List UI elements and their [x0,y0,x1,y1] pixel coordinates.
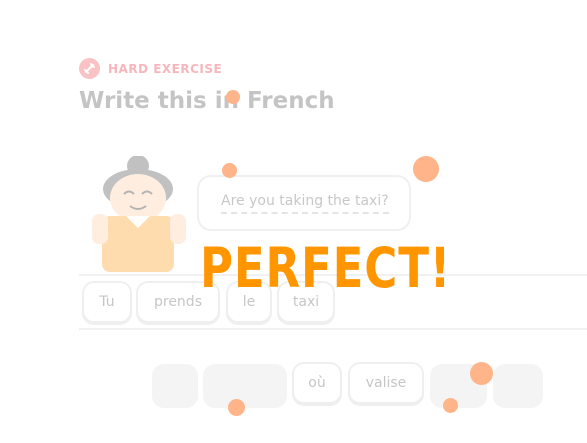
dumbbell-icon [79,58,100,79]
word-bank-slot [493,364,543,408]
page-title: Write this in French [79,88,335,114]
character-avatar [88,155,192,276]
confetti-dot [226,90,240,104]
confetti-dot [222,163,237,178]
answer-word-tile[interactable]: Tu [82,281,132,323]
word-bank-slot [152,364,198,408]
word-bank-tile[interactable]: valise [348,362,424,404]
speech-bubble: Are you taking the taxi? [197,175,411,231]
word-bank-tile[interactable]: où [292,362,342,404]
confetti-dot [228,399,245,416]
confetti-dot [443,398,458,413]
confetti-dot [413,156,439,182]
answer-line-bottom [79,328,587,330]
feedback-banner: PERFECT! [200,236,452,300]
confetti-dot [470,362,493,385]
exercise-badge: HARD EXERCISE [79,58,222,79]
badge-label: HARD EXERCISE [108,61,223,76]
word-bank-slot [203,364,287,408]
prompt-sentence[interactable]: Are you taking the taxi? [221,193,389,214]
